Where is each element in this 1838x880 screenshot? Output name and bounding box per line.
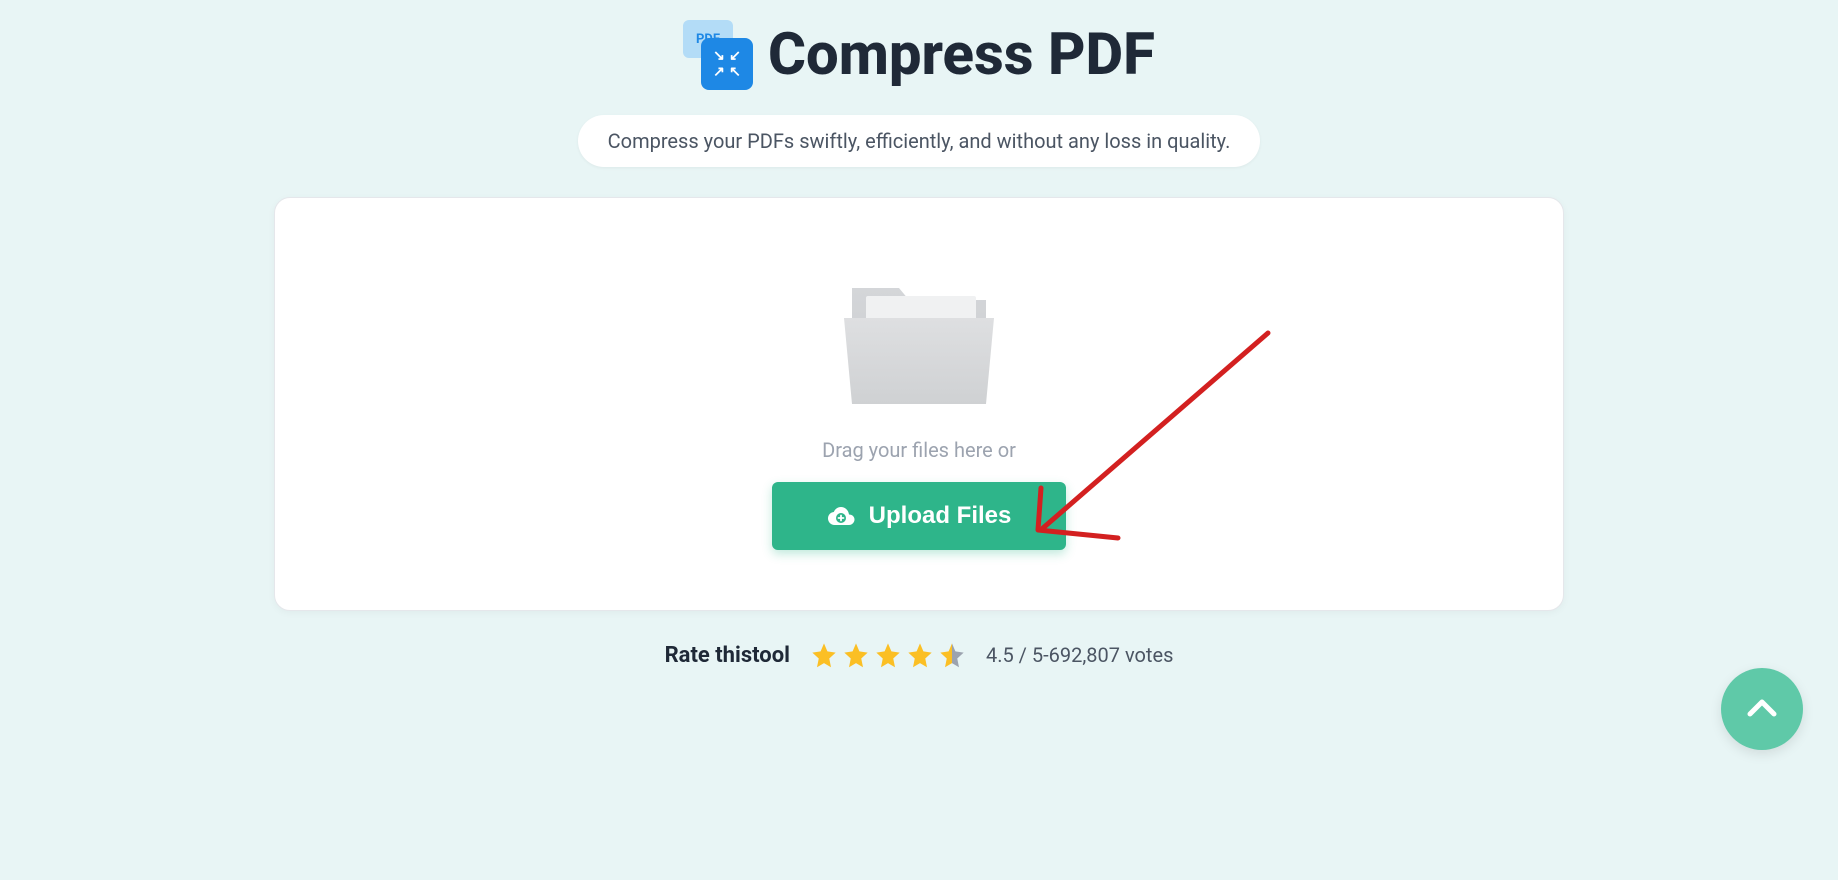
star-rating[interactable] (810, 641, 966, 669)
page-title: Compress PDF (768, 21, 1155, 89)
title-row: PDF ↘ ↙ ↗ ↖ Compress PDF (0, 20, 1838, 90)
upload-files-button[interactable]: Upload Files (772, 482, 1067, 550)
star-icon[interactable] (874, 641, 902, 669)
star-icon[interactable] (906, 641, 934, 669)
rating-section: Rate thistool 4.5 / 5-692,807 votes (0, 641, 1838, 699)
compress-arrows-icon: ↘ ↙ ↗ ↖ (701, 38, 753, 90)
chevron-up-icon (1742, 689, 1782, 729)
rate-label: Rate thistool (665, 643, 790, 668)
star-half-icon[interactable] (938, 641, 966, 669)
folder-icon (844, 278, 994, 408)
star-icon[interactable] (842, 641, 870, 669)
drag-instruction-text: Drag your files here or (822, 438, 1016, 462)
rating-text: 4.5 / 5-692,807 votes (986, 643, 1173, 667)
compress-pdf-icon: PDF ↘ ↙ ↗ ↖ (683, 20, 753, 90)
star-icon[interactable] (810, 641, 838, 669)
page-subtitle: Compress your PDFs swiftly, efficiently,… (578, 115, 1261, 167)
cloud-upload-icon (827, 505, 855, 527)
header-section: PDF ↘ ↙ ↗ ↖ Compress PDF Compress your P… (0, 20, 1838, 167)
upload-card[interactable]: Drag your files here or Upload Files (274, 197, 1564, 611)
upload-button-label: Upload Files (869, 502, 1012, 530)
scroll-to-top-button[interactable] (1721, 668, 1803, 750)
